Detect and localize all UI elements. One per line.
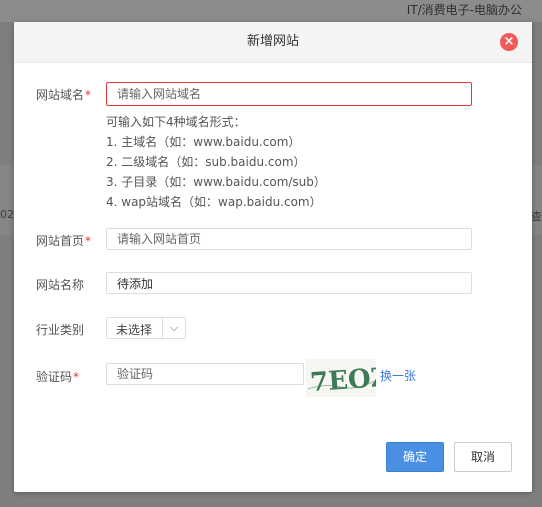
chevron-down-icon: ⌵ xyxy=(162,318,185,338)
background-right-fragment: 查 xyxy=(531,210,542,223)
confirm-button[interactable]: 确定 xyxy=(386,442,444,472)
domain-label: 网站域名* xyxy=(36,86,91,103)
homepage-input[interactable] xyxy=(106,228,472,250)
hint-line: 2. 二级域名（如：sub.baidu.com） xyxy=(106,155,306,169)
captcha-label: 验证码* xyxy=(36,368,79,385)
dialog-title: 新增网站 xyxy=(246,34,299,49)
add-website-dialog: 新增网站 × 网站域名* 可输入如下4种域名形式： 1. 主域名（如：www.b… xyxy=(14,22,532,492)
industry-selected-value: 未选择 xyxy=(116,323,153,337)
required-mark: * xyxy=(73,370,80,384)
hint-line: 3. 子目录（如：www.baidu.com/sub） xyxy=(106,175,326,189)
close-icon: × xyxy=(503,34,515,49)
captcha-graphic: 7EOZ xyxy=(307,363,376,397)
domain-input[interactable] xyxy=(106,82,472,106)
site-name-label: 网站名称 xyxy=(36,276,84,293)
captcha-text: 7EOZ xyxy=(309,363,376,397)
industry-label-text: 行业类别 xyxy=(36,323,85,337)
captcha-image[interactable]: 7EOZ xyxy=(306,359,376,397)
domain-label-text: 网站域名 xyxy=(36,88,85,102)
hint-line: 4. wap站域名（如：wap.baidu.com） xyxy=(106,195,322,209)
refresh-captcha-link[interactable]: 换一张 xyxy=(380,367,416,384)
homepage-label: 网站首页* xyxy=(36,232,91,249)
required-mark: * xyxy=(85,88,92,102)
site-name-input[interactable] xyxy=(106,272,472,294)
industry-select[interactable]: 未选择 ⌵ xyxy=(106,317,186,339)
required-mark: * xyxy=(85,234,92,248)
homepage-label-text: 网站首页 xyxy=(36,234,85,248)
dialog-header: 新增网站 × xyxy=(14,22,532,63)
site-name-label-text: 网站名称 xyxy=(36,278,85,292)
background-topbar: IT/消费电子-电脑办公 xyxy=(0,0,542,22)
captcha-input[interactable] xyxy=(106,363,304,385)
cancel-button[interactable]: 取消 xyxy=(454,442,512,472)
captcha-label-text: 验证码 xyxy=(36,370,73,384)
background-category-text: IT/消费电子-电脑办公 xyxy=(406,3,522,17)
domain-hint: 可输入如下4种域名形式： 1. 主域名（如：www.baidu.com） 2. … xyxy=(106,112,326,212)
hint-intro: 可输入如下4种域名形式： xyxy=(106,115,246,129)
industry-label: 行业类别 xyxy=(36,321,84,338)
hint-line: 1. 主域名（如：www.baidu.com） xyxy=(106,135,301,149)
close-button[interactable]: × xyxy=(500,33,518,51)
